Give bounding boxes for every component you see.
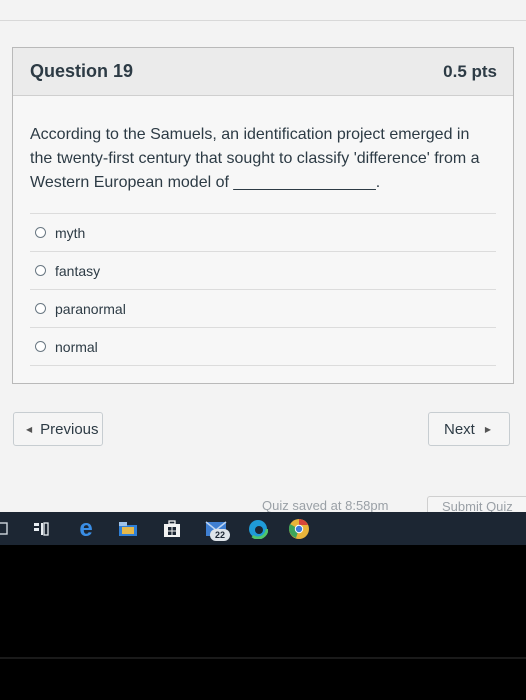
edge-browser-icon[interactable]: e bbox=[74, 517, 98, 541]
question-points: 0.5 pts bbox=[443, 61, 497, 81]
answer-list: myth fantasy paranormal normal bbox=[30, 213, 496, 366]
file-explorer-icon[interactable] bbox=[117, 518, 139, 540]
next-label: Next bbox=[444, 420, 475, 438]
radio-button[interactable] bbox=[35, 265, 46, 276]
answer-label: normal bbox=[55, 338, 98, 355]
task-view-icon[interactable] bbox=[31, 518, 51, 540]
divider bbox=[0, 20, 526, 21]
question-title: Question 19 bbox=[30, 61, 134, 81]
chrome-icon[interactable] bbox=[287, 518, 311, 540]
arrow-left-icon: ◀ bbox=[26, 424, 33, 434]
answer-option-fantasy[interactable]: fantasy bbox=[30, 251, 496, 289]
answer-option-myth[interactable]: myth bbox=[30, 213, 496, 251]
radio-button[interactable] bbox=[35, 227, 46, 238]
browser-viewport: Question 19 0.5 pts According to the Sam… bbox=[0, 0, 526, 545]
answer-label: fantasy bbox=[55, 262, 101, 279]
windows-taskbar: e 22 bbox=[0, 512, 526, 545]
answer-option-paranormal[interactable]: paranormal bbox=[30, 289, 496, 327]
radio-button[interactable] bbox=[35, 341, 46, 352]
answer-label: myth bbox=[55, 224, 86, 241]
quiz-saved-status: Quiz saved at 8:58pm bbox=[262, 498, 389, 513]
question-header: Question 19 0.5 pts bbox=[13, 48, 513, 96]
store-icon[interactable] bbox=[161, 518, 183, 540]
next-button[interactable]: Next ▶ bbox=[428, 412, 510, 446]
answer-option-normal[interactable]: normal bbox=[30, 327, 496, 366]
monitor-bezel-line bbox=[0, 657, 526, 659]
desktop-icon[interactable] bbox=[0, 518, 10, 540]
previous-button[interactable]: ◀ Previous bbox=[13, 412, 103, 446]
previous-label: Previous bbox=[40, 420, 99, 438]
arrow-right-icon: ▶ bbox=[484, 424, 491, 434]
radio-button[interactable] bbox=[35, 303, 46, 314]
answer-label: paranormal bbox=[55, 300, 126, 317]
question-card: Question 19 0.5 pts According to the Sam… bbox=[12, 47, 514, 384]
edge-chromium-icon[interactable] bbox=[247, 518, 269, 540]
question-text: According to the Samuels, an identificat… bbox=[30, 126, 480, 191]
mail-count-badge: 22 bbox=[210, 529, 230, 541]
